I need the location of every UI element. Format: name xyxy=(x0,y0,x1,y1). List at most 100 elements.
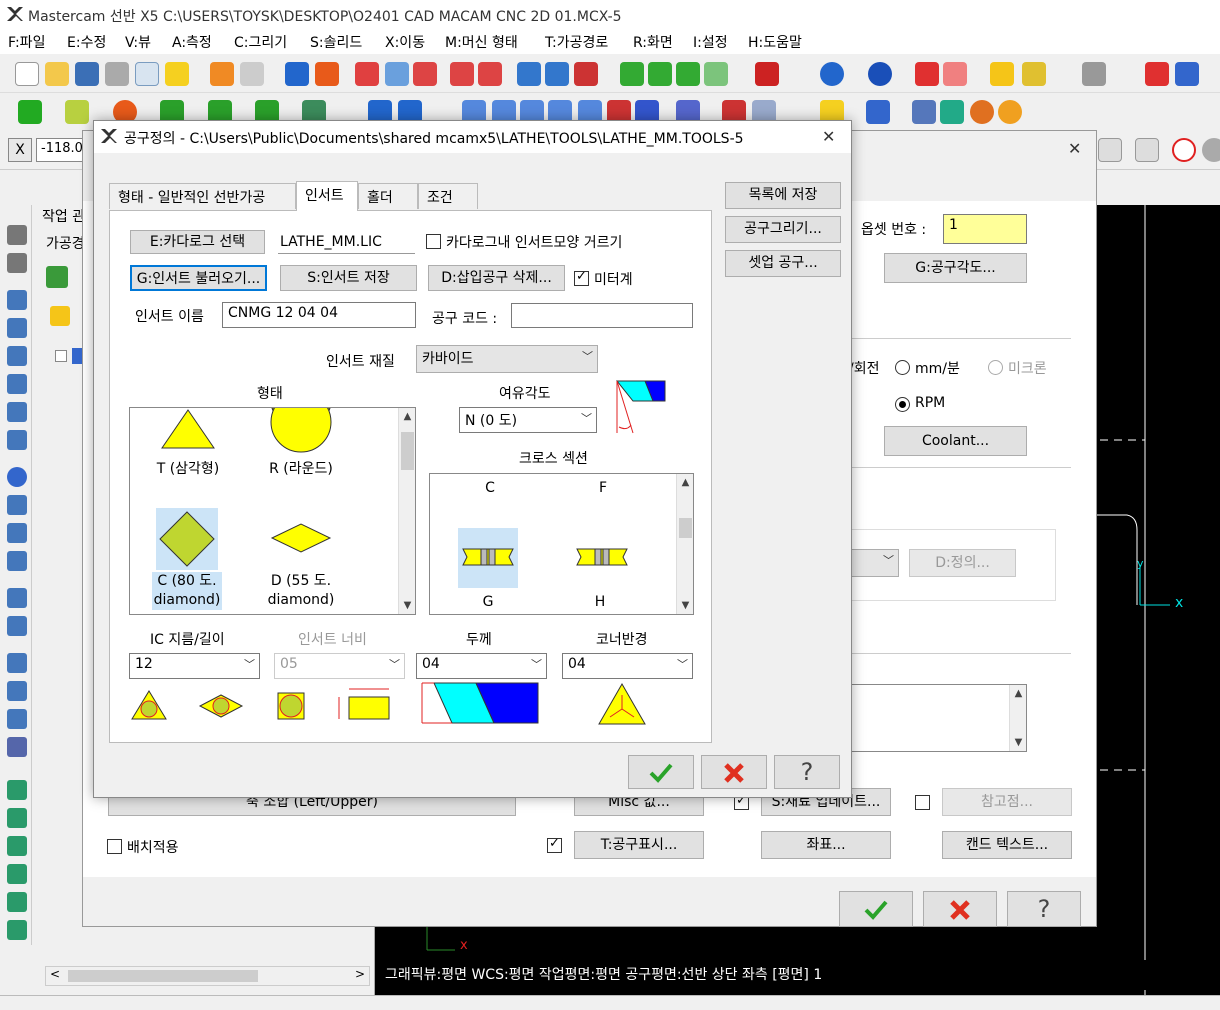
tool-icon[interactable] xyxy=(1082,62,1106,86)
shade-icon[interactable] xyxy=(915,62,939,86)
shape-diamond80-label[interactable]: C (80 도. diamond) xyxy=(152,572,222,610)
zoom-half-icon[interactable] xyxy=(478,62,502,86)
load-insert-button[interactable]: G:인서트 불러오기... xyxy=(130,265,267,291)
save-to-list-button[interactable]: 목록에 저장 xyxy=(725,182,841,209)
insert-width-select[interactable]: 05 ﹀ xyxy=(274,653,405,679)
new-file-icon[interactable] xyxy=(15,62,39,86)
menu-help[interactable]: H:도움말 xyxy=(748,32,802,52)
coord-x-label[interactable]: X xyxy=(8,138,32,162)
back-dialog-close-icon[interactable]: ✕ xyxy=(1068,139,1081,158)
strip-icon-18[interactable] xyxy=(7,737,27,757)
line-icon[interactable] xyxy=(65,100,89,124)
view-front-icon[interactable] xyxy=(545,62,569,86)
cube-iso-icon[interactable] xyxy=(620,62,644,86)
tab-holder[interactable]: 홀더 xyxy=(358,183,418,209)
ref-point-checkbox[interactable] xyxy=(915,795,930,810)
ops-horizontal-scrollbar[interactable]: < > xyxy=(45,966,370,986)
strip-icon-14[interactable] xyxy=(7,616,27,636)
menu-edit[interactable]: E:수정 xyxy=(67,32,106,52)
mm-per-min-radio[interactable] xyxy=(895,360,910,375)
shape-round-label[interactable]: R (라운드) xyxy=(256,458,346,478)
shape-diamond80-icon[interactable] xyxy=(158,510,216,568)
strip-icon-13[interactable] xyxy=(7,588,27,608)
verify-icon[interactable] xyxy=(912,100,936,124)
pan-icon[interactable] xyxy=(285,62,309,86)
zoom-target-icon[interactable] xyxy=(385,62,409,86)
zoom-prev-icon[interactable] xyxy=(450,62,474,86)
canned-text-button[interactable]: 캔드 텍스트... xyxy=(942,831,1072,859)
brush-icon[interactable] xyxy=(1022,62,1046,86)
strip-icon-4[interactable] xyxy=(7,318,27,338)
catalog-select-button[interactable]: E:카다로그 선택 xyxy=(130,230,265,254)
menu-solid[interactable]: S:솔리드 xyxy=(310,32,362,52)
shape-diamond55-label[interactable]: D (55 도. diamond) xyxy=(260,572,342,610)
shape-listbox[interactable]: T (삼각형) R (라운드) C (80 도. diamond) D (55 … xyxy=(129,407,416,615)
strip-icon-5[interactable] xyxy=(7,346,27,366)
metric-checkbox[interactable] xyxy=(574,269,589,286)
tool-display-checkbox[interactable] xyxy=(547,836,562,853)
menu-toolpath[interactable]: T:가공경로 xyxy=(545,32,608,52)
strip-icon-22[interactable] xyxy=(7,864,27,884)
tool-def-close-icon[interactable]: ✕ xyxy=(822,127,835,146)
ic-select[interactable]: 12 ﹀ xyxy=(129,653,260,679)
back-ok-button[interactable] xyxy=(839,891,913,927)
tree-expand-icon[interactable] xyxy=(55,350,67,362)
save-insert-button[interactable]: S:인서트 저장 xyxy=(280,265,417,291)
globe-icon[interactable] xyxy=(820,62,844,86)
post-icon[interactable] xyxy=(998,100,1022,124)
strip-icon-9[interactable] xyxy=(7,467,27,487)
select-all-icon[interactable] xyxy=(46,266,68,288)
cross-h-icon[interactable] xyxy=(576,548,628,566)
cube-wire-icon[interactable] xyxy=(676,62,700,86)
tool-code-input[interactable] xyxy=(511,303,693,328)
export-icon[interactable] xyxy=(866,100,890,124)
more-icon[interactable] xyxy=(1202,138,1220,162)
ok-button[interactable] xyxy=(628,755,694,789)
undo-icon[interactable] xyxy=(210,62,234,86)
cube-shaded-icon[interactable] xyxy=(648,62,672,86)
sphere-icon[interactable] xyxy=(868,62,892,86)
cross-f-label[interactable]: F xyxy=(593,480,613,496)
lock-icon[interactable] xyxy=(50,306,70,326)
redo-icon[interactable] xyxy=(240,62,264,86)
menu-file[interactable]: F:파일 xyxy=(8,32,45,52)
insert-name-input[interactable]: CNMG 12 04 04 xyxy=(222,302,416,328)
strip-icon-17[interactable] xyxy=(7,709,27,729)
thickness-select[interactable]: 04 ﹀ xyxy=(416,653,547,679)
point-icon[interactable] xyxy=(18,100,42,124)
menu-draw[interactable]: C:그리기 xyxy=(234,32,287,52)
strip-icon-1[interactable] xyxy=(7,225,27,245)
shape-round-icon[interactable] xyxy=(270,408,332,454)
zoom-out-icon[interactable] xyxy=(413,62,437,86)
menu-machine[interactable]: M:머신 형태 xyxy=(445,32,518,52)
coordinates-button[interactable]: 좌표... xyxy=(761,831,891,859)
shape-triangle-icon[interactable] xyxy=(158,408,218,450)
cross-scrollbar[interactable]: ▲ ▼ xyxy=(676,474,693,614)
material-select[interactable]: 카바이드 ﹀ xyxy=(416,345,598,373)
backplot-icon[interactable] xyxy=(940,100,964,124)
save-icon[interactable] xyxy=(75,62,99,86)
wire-icon[interactable] xyxy=(943,62,967,86)
tool-display-button[interactable]: T:공구표시... xyxy=(574,831,704,859)
help-context-icon[interactable] xyxy=(1145,62,1169,86)
strip-icon-20[interactable] xyxy=(7,808,27,828)
cross-section-listbox[interactable]: C F G H ▲ ▼ xyxy=(429,473,694,615)
strip-icon-7[interactable] xyxy=(7,402,27,422)
strip-icon-12[interactable] xyxy=(7,551,27,571)
menu-settings[interactable]: I:설정 xyxy=(693,32,728,52)
autocursor-icon[interactable] xyxy=(1098,138,1122,162)
highlight-icon[interactable] xyxy=(165,62,189,86)
cross-g-label[interactable]: G xyxy=(478,594,498,610)
view-side-icon[interactable] xyxy=(574,62,598,86)
menu-screen[interactable]: R:화면 xyxy=(633,32,673,52)
strip-icon-2[interactable] xyxy=(7,253,27,273)
fit-screen-icon[interactable] xyxy=(315,62,339,86)
tab-conditions[interactable]: 조건 xyxy=(418,183,478,209)
tool-angle-button[interactable]: G:공구각도... xyxy=(884,253,1027,283)
draw-tool-button[interactable]: 공구그리기... xyxy=(725,216,841,243)
strip-icon-16[interactable] xyxy=(7,681,27,701)
filter-checkbox[interactable] xyxy=(426,234,441,249)
view-top-icon[interactable] xyxy=(517,62,541,86)
strip-icon-3[interactable] xyxy=(7,290,27,310)
reference-point-button[interactable]: 참고점... xyxy=(942,788,1072,816)
